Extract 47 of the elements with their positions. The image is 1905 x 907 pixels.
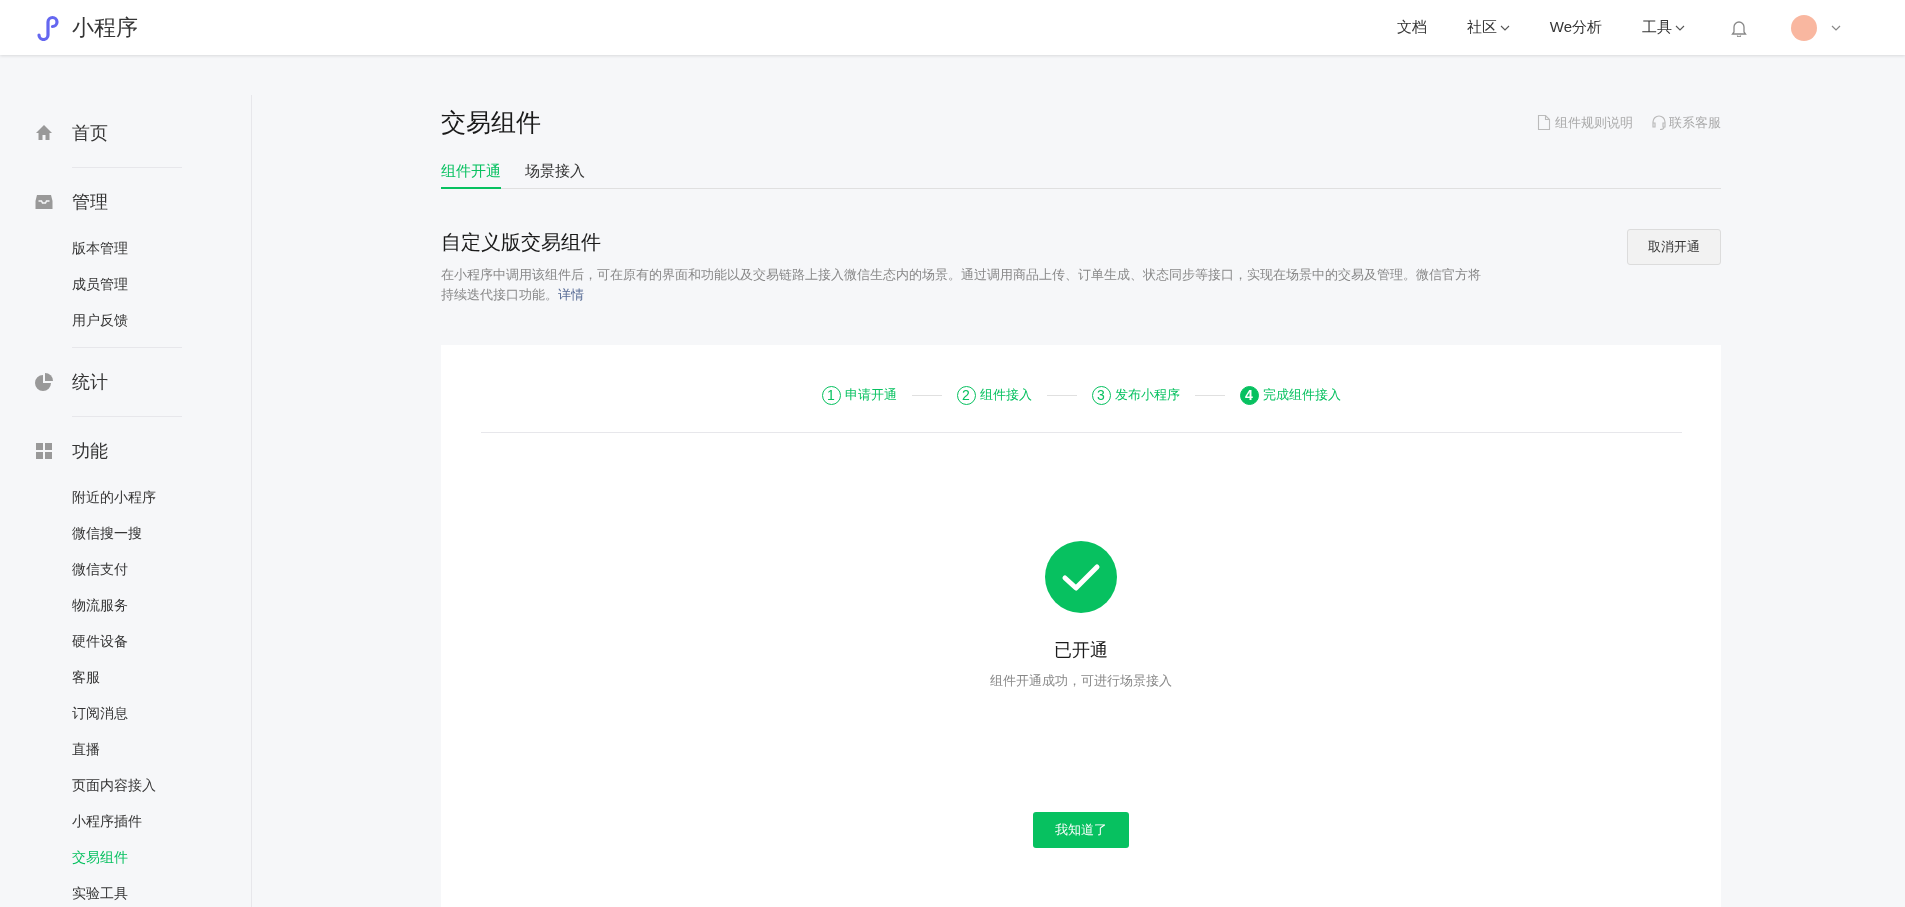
nav-group-label[interactable]: 功能 — [72, 439, 108, 463]
nav-link[interactable]: 工具 — [1642, 18, 1685, 37]
nav-link[interactable]: We分析 — [1549, 18, 1602, 37]
grid-icon — [35, 442, 53, 460]
nav-group-label[interactable]: 首页 — [72, 121, 108, 145]
details-link[interactable]: 详情 — [558, 287, 584, 302]
bell-icon[interactable] — [1731, 18, 1747, 37]
sidebar-item[interactable]: 页面内容接入 — [0, 767, 251, 803]
inbox-icon — [35, 193, 53, 211]
tab[interactable]: 场景接入 — [525, 162, 585, 189]
sidebar-item[interactable]: 物流服务 — [0, 587, 251, 623]
sidebar-item[interactable]: 客服 — [0, 659, 251, 695]
brand-name[interactable]: 小程序 — [72, 12, 138, 43]
nav-group-label[interactable]: 统计 — [72, 370, 108, 394]
sidebar-item[interactable]: 订阅消息 — [0, 695, 251, 731]
headset-icon — [1651, 114, 1667, 131]
page-title: 交易组件 — [441, 107, 541, 138]
pie-chart-icon — [35, 373, 53, 391]
chevron-down-icon[interactable] — [1831, 24, 1841, 31]
chevron-down-icon — [1499, 24, 1510, 31]
step-number: 4 — [1239, 385, 1259, 405]
sidebar-item[interactable]: 附近的小程序 — [0, 479, 251, 515]
sidebar-item[interactable]: 成员管理 — [0, 266, 251, 302]
sidebar-item[interactable]: 小程序插件 — [0, 803, 251, 839]
result-message: 组件开通成功，可进行场景接入 — [990, 672, 1172, 690]
nav-link[interactable]: 社区 — [1466, 18, 1510, 37]
step-label: 组件接入 — [979, 386, 1032, 404]
step-label: 发布小程序 — [1114, 386, 1180, 404]
chevron-down-icon — [1675, 24, 1685, 31]
step-label: 申请开通 — [844, 386, 897, 404]
result-title: 已开通 — [1054, 639, 1108, 662]
sidebar-item[interactable]: 实验工具 — [0, 875, 251, 907]
description: 在小程序中调用该组件后，可在原有的界面和功能以及交易链路上接入微信生态内的场景。通过调用商品上传、订单生成、状态同步等接口，实现在场景中的交易及管理。微信官方将持续迭代接口功能。详情 — [441, 266, 1482, 304]
nav-group-label[interactable]: 管理 — [72, 190, 108, 214]
step-label: 完成组件接入 — [1262, 386, 1341, 404]
cancel-button[interactable]: 取消开通 — [1627, 229, 1721, 265]
success-check-icon — [1045, 541, 1117, 613]
nav-link[interactable]: 文档 — [1396, 18, 1427, 37]
section-title: 自定义版交易组件 — [441, 230, 602, 255]
sidebar-item[interactable]: 用户反馈 — [0, 302, 251, 338]
sidebar-item[interactable]: 直播 — [0, 731, 251, 767]
sidebar-item[interactable]: 微信搜一搜 — [0, 515, 251, 551]
document-icon — [1537, 114, 1553, 131]
sidebar-item[interactable]: 微信支付 — [0, 551, 251, 587]
home-icon — [35, 124, 53, 142]
sidebar-item[interactable]: 硬件设备 — [0, 623, 251, 659]
sidebar-item[interactable]: 版本管理 — [0, 230, 251, 266]
